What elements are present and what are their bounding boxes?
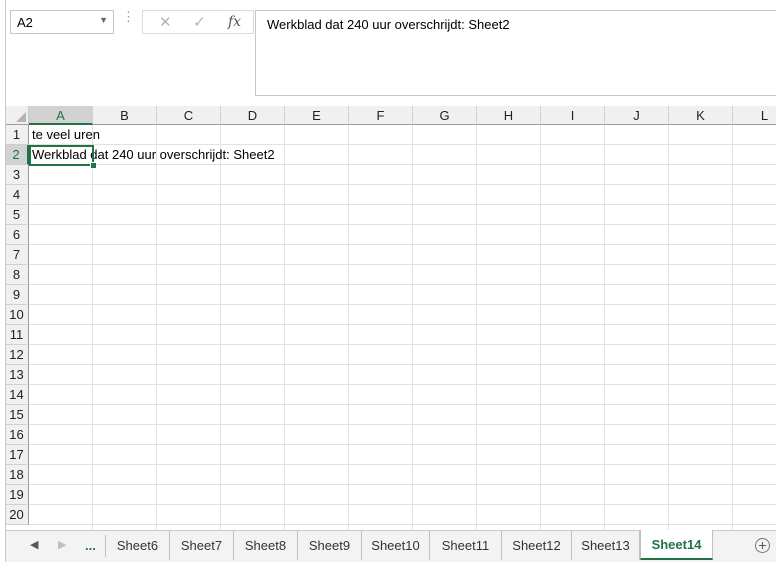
gridline-horizontal [29,324,776,325]
insert-function-fx-icon[interactable]: fx [228,14,241,30]
fill-handle[interactable] [90,162,97,169]
gridline-vertical [92,125,93,530]
sheet-tab-sheet8[interactable]: Sheet8 [234,531,298,560]
more-sheets-button[interactable]: ... [85,538,96,553]
row-header-15[interactable]: 15 [5,405,29,425]
select-all-button[interactable] [5,106,29,125]
sheet-tab-sheet11[interactable]: Sheet11 [430,531,502,560]
column-header-d[interactable]: D [221,106,285,125]
row-header-16[interactable]: 16 [5,425,29,445]
gridline-horizontal [29,304,776,305]
column-header-h[interactable]: H [477,106,541,125]
gridline-vertical [604,125,605,530]
gridline-horizontal [29,424,776,425]
row-header-4[interactable]: 4 [5,185,29,205]
row-header-2[interactable]: 2 [5,145,29,165]
column-header-j[interactable]: J [605,106,669,125]
active-cell-border [29,145,94,166]
sheet-tab-sheet14[interactable]: Sheet14 [640,530,713,560]
row-header-19[interactable]: 19 [5,485,29,505]
sheet-tab-sheet12[interactable]: Sheet12 [502,531,572,560]
column-header-e[interactable]: E [285,106,349,125]
drag-handle-icon[interactable]: ⋮ [122,10,135,23]
gridline-horizontal [29,444,776,445]
row-header-1[interactable]: 1 [5,125,29,145]
row-header-5[interactable]: 5 [5,205,29,225]
formula-bar-area: A2 ▼ ⋮ ✕ ✓ fx Werkblad dat 240 uur overs… [5,0,776,106]
sheet-tab-sheet6[interactable]: Sheet6 [106,531,170,560]
row-header-8[interactable]: 8 [5,265,29,285]
column-header-i[interactable]: I [541,106,605,125]
gridline-vertical [732,125,733,530]
row-header-20[interactable]: 20 [5,505,29,525]
gridline-horizontal [29,344,776,345]
name-box[interactable]: A2 ▼ [10,10,114,34]
gridline-horizontal [29,224,776,225]
gridline-vertical [220,125,221,530]
gridline-vertical [668,125,669,530]
gridline-vertical [348,125,349,530]
worksheet-grid: ABCDEFGHIJKL 1 2 3 4 5 6 7 8 9 10 11 12 13 14 15 16 17 18… [5,106,776,530]
gridline-horizontal [29,184,776,185]
row-header-7[interactable]: 7 [5,245,29,265]
gridline-vertical [476,125,477,530]
sheet-tab-sheet10[interactable]: Sheet10 [362,531,430,560]
formula-value: Werkblad dat 240 uur overschrijdt: Sheet… [267,17,510,32]
formula-buttons: ✕ ✓ fx [142,10,254,34]
gridline-vertical [156,125,157,530]
gridline-vertical [540,125,541,530]
cells-area[interactable]: te veel uren Werkblad dat 240 uur oversc… [29,125,776,530]
sheet-tab-sheet13[interactable]: Sheet13 [572,531,640,560]
row-header-3[interactable]: 3 [5,165,29,185]
name-box-value: A2 [17,15,33,30]
cancel-x-icon[interactable]: ✕ [159,13,172,31]
gridline-horizontal [29,264,776,265]
left-window-edge [0,0,6,562]
select-all-triangle-icon [16,112,26,122]
gridline-vertical [284,125,285,530]
gridline-vertical [412,125,413,530]
row-header-14[interactable]: 14 [5,385,29,405]
cell-A1[interactable]: te veel uren [32,125,100,145]
formula-input[interactable]: Werkblad dat 240 uur overschrijdt: Sheet… [255,10,776,96]
row-header-6[interactable]: 6 [5,225,29,245]
triangle-left-icon[interactable]: ◀ [30,538,38,551]
gridline-horizontal [29,524,776,525]
gridline-horizontal [29,244,776,245]
column-header-f[interactable]: F [349,106,413,125]
row-header-12[interactable]: 12 [5,345,29,365]
gridline-horizontal [29,204,776,205]
gridline-horizontal [29,464,776,465]
gridline-horizontal [29,504,776,505]
column-header-a[interactable]: A [29,106,93,125]
sheet-tab-sheet7[interactable]: Sheet7 [170,531,234,560]
chevron-down-icon[interactable]: ▼ [99,15,108,25]
row-header-9[interactable]: 9 [5,285,29,305]
gridline-horizontal [29,284,776,285]
enter-check-icon[interactable]: ✓ [193,13,206,31]
gridline-horizontal [29,364,776,365]
gridline-horizontal [29,484,776,485]
column-header-g[interactable]: G [413,106,477,125]
column-header-k[interactable]: K [669,106,733,125]
row-header-11[interactable]: 11 [5,325,29,345]
column-header-c[interactable]: C [157,106,221,125]
sheet-tab-sheet9[interactable]: Sheet9 [298,531,362,560]
triangle-right-icon[interactable]: ▶ [58,538,66,551]
gridline-horizontal [29,384,776,385]
row-header-18[interactable]: 18 [5,465,29,485]
add-sheet-plus-icon[interactable]: + [755,538,770,553]
column-header-l[interactable]: L [733,106,776,125]
sheet-tabs-bar: ◀ ▶ ... Sheet6 Sheet7 Sheet8 Sheet9 Sheet10 S… [5,530,776,562]
row-header-17[interactable]: 17 [5,445,29,465]
row-header-13[interactable]: 13 [5,365,29,385]
row-header-10[interactable]: 10 [5,305,29,325]
column-header-b[interactable]: B [93,106,157,125]
gridline-horizontal [29,404,776,405]
